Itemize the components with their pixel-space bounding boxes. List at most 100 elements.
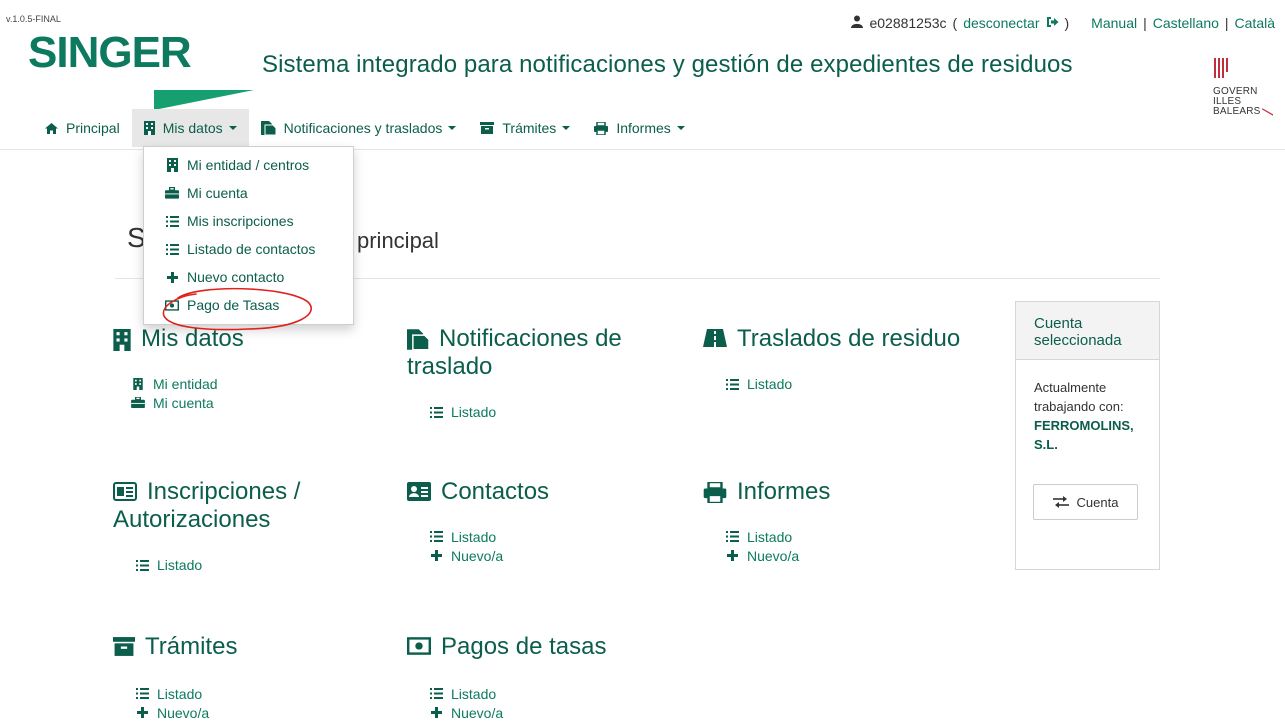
singer-logo[interactable]: SINGER bbox=[28, 28, 254, 110]
plus-icon bbox=[429, 550, 443, 561]
section-title-text: Mis datos bbox=[141, 325, 244, 352]
section-mis-datos: Mis datos Mi entidad Mi cuenta bbox=[113, 326, 244, 412]
nav-principal[interactable]: Principal bbox=[33, 109, 132, 147]
section-contactos: Contactos Listado Nuevo/a bbox=[407, 479, 549, 565]
castellano-link[interactable]: Castellano bbox=[1153, 15, 1219, 31]
nav-mis-datos[interactable]: Mis datos bbox=[131, 109, 249, 147]
section-links: Listado Nuevo/a bbox=[407, 684, 606, 722]
building-icon bbox=[165, 158, 179, 172]
address-card-icon bbox=[407, 482, 431, 501]
manual-link[interactable]: Manual bbox=[1091, 15, 1137, 31]
nav-label: Trámites bbox=[502, 120, 557, 136]
briefcase-icon bbox=[131, 397, 145, 408]
chevron-down-icon bbox=[448, 126, 457, 130]
section-title: Pagos de tasas bbox=[407, 634, 606, 660]
dropdown-item-nuevo-contacto[interactable]: Nuevo contacto bbox=[144, 263, 353, 291]
section-links: Listado bbox=[703, 374, 960, 394]
link-label: Listado bbox=[451, 528, 497, 545]
plus-icon bbox=[165, 271, 179, 283]
list-icon bbox=[135, 559, 149, 571]
link-label: Listado bbox=[157, 685, 203, 702]
link-label: Listado bbox=[747, 376, 793, 392]
clipboard-icon bbox=[260, 121, 276, 135]
section-title-text: Informes bbox=[737, 478, 831, 505]
section-title-text: Inscripciones / bbox=[147, 478, 301, 505]
list-icon bbox=[165, 215, 179, 227]
link-mi-cuenta[interactable]: Mi cuenta bbox=[131, 393, 244, 412]
link-listado[interactable]: Listado bbox=[429, 402, 622, 422]
link-nuevo[interactable]: Nuevo/a bbox=[725, 546, 830, 565]
switch-account-button[interactable]: Cuenta bbox=[1033, 484, 1138, 520]
list-icon bbox=[429, 406, 443, 418]
home-icon bbox=[45, 122, 58, 134]
nav-tramites[interactable]: Trámites bbox=[468, 109, 582, 147]
separator: | bbox=[1224, 15, 1229, 31]
dropdown-item-mi-cuenta[interactable]: Mi cuenta bbox=[144, 179, 353, 207]
clipboard-icon bbox=[407, 329, 429, 350]
list-icon bbox=[725, 531, 739, 542]
govern-logo[interactable]: GOVERN ILLES BALEARS bbox=[1213, 58, 1273, 117]
building-icon bbox=[143, 121, 155, 135]
link-label: Mi entidad bbox=[153, 375, 218, 392]
dropdown-item-mis-inscripciones[interactable]: Mis inscripciones bbox=[144, 207, 353, 235]
nav-notificaciones[interactable]: Notificaciones y traslados bbox=[249, 109, 469, 147]
section-title: Inscripciones / bbox=[113, 479, 300, 505]
panel-text: trabajando con: bbox=[1034, 399, 1124, 414]
nav-label: Principal bbox=[66, 120, 120, 136]
section-title-text: Trámites bbox=[145, 633, 238, 660]
link-nuevo[interactable]: Nuevo/a bbox=[135, 703, 237, 722]
section-links: Listado Nuevo/a bbox=[407, 527, 549, 565]
panel-title-line: Cuenta bbox=[1034, 315, 1083, 332]
section-title: Mis datos bbox=[113, 326, 244, 352]
link-listado[interactable]: Listado bbox=[725, 527, 830, 546]
dropdown-label: Pago de Tasas bbox=[187, 297, 280, 313]
version-label: v.1.0.5-FINAL bbox=[6, 14, 61, 24]
money-icon bbox=[407, 637, 431, 655]
section-title: Contactos bbox=[407, 479, 549, 505]
section-links: Listado bbox=[113, 555, 300, 575]
section-links: Listado Nuevo/a bbox=[113, 684, 237, 722]
catala-link[interactable]: Català bbox=[1235, 15, 1275, 31]
section-title: Informes bbox=[703, 479, 830, 505]
plus-icon bbox=[429, 707, 443, 718]
section-links: Listado Nuevo/a bbox=[703, 527, 830, 565]
link-label: Nuevo/a bbox=[747, 547, 800, 564]
list-icon bbox=[135, 688, 149, 699]
user-bar: e02881253c ( desconectar ) Manual | Cast… bbox=[851, 15, 1275, 31]
dropdown-item-mi-entidad[interactable]: Mi entidad / centros bbox=[144, 151, 353, 179]
link-label: Listado bbox=[451, 685, 497, 702]
disconnect-close: ) bbox=[1064, 15, 1070, 31]
nav-label: Informes bbox=[616, 120, 671, 136]
list-icon bbox=[165, 243, 179, 255]
link-nuevo[interactable]: Nuevo/a bbox=[429, 546, 549, 565]
separator: | bbox=[1143, 15, 1147, 31]
section-title-line2: traslado bbox=[407, 353, 493, 380]
link-label: Nuevo/a bbox=[451, 547, 504, 564]
nav-informes[interactable]: Informes bbox=[582, 109, 696, 147]
panel-body: Actualmente trabajando con: FERROMOLINS,… bbox=[1016, 360, 1159, 454]
govern-line-wrap: BALEARS bbox=[1213, 107, 1273, 117]
nav-label: Mis datos bbox=[162, 120, 223, 136]
govern-line: BALEARS bbox=[1213, 106, 1261, 117]
link-listado[interactable]: Listado bbox=[135, 684, 237, 703]
link-mi-entidad[interactable]: Mi entidad bbox=[131, 374, 244, 393]
link-listado[interactable]: Listado bbox=[429, 684, 606, 703]
link-listado[interactable]: Listado bbox=[135, 555, 300, 575]
dropdown-item-listado-contactos[interactable]: Listado de contactos bbox=[144, 235, 353, 263]
link-nuevo[interactable]: Nuevo/a bbox=[429, 703, 606, 722]
chevron-down-icon bbox=[562, 126, 571, 130]
building-icon bbox=[131, 377, 145, 390]
selected-account-panel: Cuenta seleccionada Actualmente trabajan… bbox=[1015, 301, 1160, 570]
link-listado[interactable]: Listado bbox=[725, 374, 960, 394]
link-listado[interactable]: Listado bbox=[429, 527, 549, 546]
section-title: Notificaciones de bbox=[407, 326, 622, 352]
archive-icon bbox=[113, 637, 135, 656]
disconnect-open: ( bbox=[952, 15, 958, 31]
disconnect-link[interactable]: desconectar bbox=[963, 15, 1039, 31]
road-icon bbox=[703, 329, 727, 347]
user-id: e02881253c bbox=[869, 15, 947, 31]
dropdown-label: Nuevo contacto bbox=[187, 269, 285, 285]
sign-out-icon[interactable] bbox=[1046, 15, 1059, 31]
button-label: Cuenta bbox=[1076, 494, 1119, 510]
dropdown-item-pago-tasas[interactable]: Pago de Tasas bbox=[144, 291, 353, 319]
